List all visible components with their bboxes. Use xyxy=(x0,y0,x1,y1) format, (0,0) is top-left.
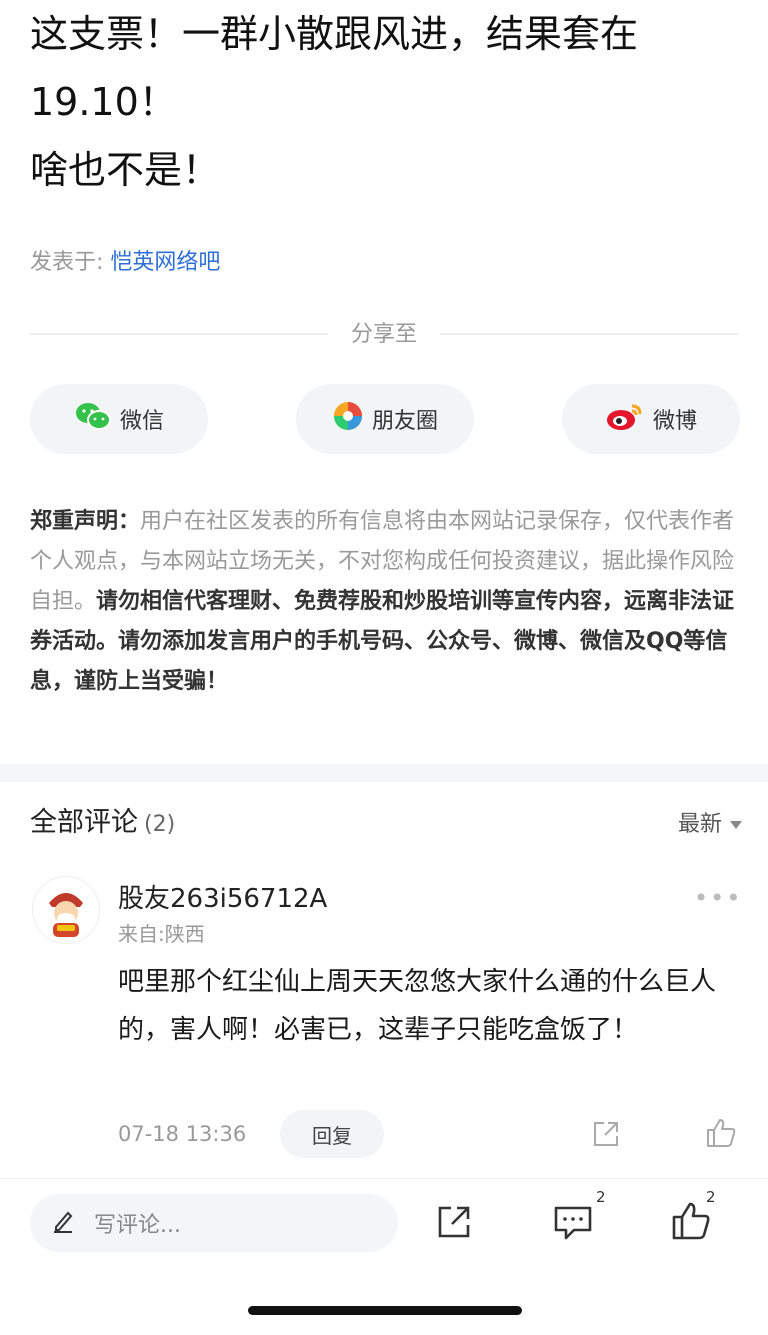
share-weibo-label: 微博 xyxy=(652,409,697,434)
moments-icon xyxy=(332,400,364,438)
wechat-icon xyxy=(74,400,112,438)
comment-count-badge: 2 xyxy=(596,1188,606,1206)
share-moments-button[interactable]: 朋友圈 xyxy=(296,384,474,454)
post-line-3: 啥也不是！ xyxy=(30,148,221,192)
comment-like-icon[interactable] xyxy=(704,1116,738,1154)
share-wechat-button[interactable]: 微信 xyxy=(30,384,208,454)
comment-time: 07-18 13:36 xyxy=(118,1122,247,1146)
write-comment-placeholder: 写评论... xyxy=(94,1213,181,1238)
write-comment-input[interactable]: 写评论... xyxy=(30,1194,398,1252)
sort-label: 最新 xyxy=(677,812,722,837)
triangle-down-icon xyxy=(730,810,742,835)
comment-username[interactable]: 股友263i56712A xyxy=(118,878,327,915)
reply-button[interactable]: 回复 xyxy=(280,1110,384,1158)
comment-location: 来自:陕西 xyxy=(118,922,205,946)
share-wechat-label: 微信 xyxy=(119,409,164,434)
share-moments-label: 朋友圈 xyxy=(371,409,438,434)
sort-dropdown[interactable]: 最新 xyxy=(678,806,742,838)
like-count-badge: 2 xyxy=(706,1188,716,1206)
comment-text: 吧里那个红尘仙上周天天忽悠大家什么通的什么巨人的，害人啊！必害已，这辈子只能吃盒… xyxy=(118,967,717,1045)
home-indicator xyxy=(248,1306,522,1315)
share-title: 分享至 xyxy=(350,322,417,347)
posted-in-label: 发表于: xyxy=(30,250,104,275)
avatar[interactable] xyxy=(32,876,100,944)
post-line-1: 这支票！一群小散跟风进，结果套在 xyxy=(30,12,639,56)
comments-count: (2) xyxy=(144,812,176,837)
comments-header: 全部评论 (2) xyxy=(30,800,175,839)
post-line-2: 19.10！ xyxy=(30,80,177,124)
comment-share-icon[interactable] xyxy=(590,1118,622,1154)
disclaimer-warning: 请勿相信代客理财、免费荐股和炒股培训等宣传内容，远离非法证券活动。请勿添加发言用… xyxy=(30,589,735,694)
comments-title: 全部评论 xyxy=(30,807,138,838)
disclaimer-label: 郑重声明： xyxy=(30,509,141,534)
share-icon[interactable] xyxy=(434,1202,474,1246)
posted-in: 发表于: 恺英网络吧 xyxy=(30,244,220,276)
disclaimer: 郑重声明：用户在社区发表的所有信息将由本网站记录保存，仅代表作者个人观点，与本网… xyxy=(30,502,742,702)
pencil-icon xyxy=(52,1207,74,1239)
comment-icon[interactable] xyxy=(552,1200,594,1246)
weibo-icon xyxy=(605,400,645,438)
forum-link[interactable]: 恺英网络吧 xyxy=(110,250,220,275)
more-icon[interactable]: ••• xyxy=(694,884,742,912)
bottom-bar-separator xyxy=(0,1178,768,1179)
share-weibo-button[interactable]: 微博 xyxy=(562,384,740,454)
like-icon[interactable] xyxy=(670,1200,712,1246)
section-gap xyxy=(0,764,768,782)
